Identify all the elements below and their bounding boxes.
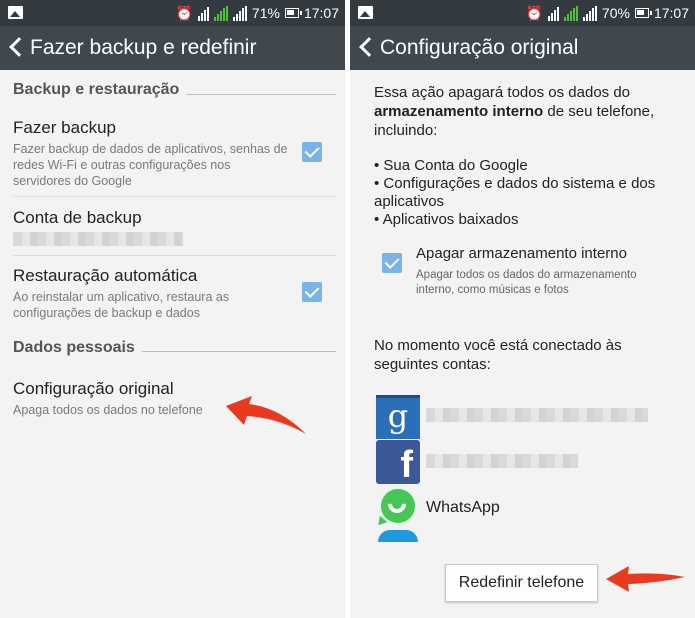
bullet-google-account: • Sua Conta do Google [374, 157, 528, 174]
blurred-account-email [13, 232, 183, 246]
erase-internal-storage-summary: Apagar todos os dados do armazenamento i… [416, 269, 637, 296]
battery-percent: 71% [251, 5, 280, 21]
reset-phone-button[interactable]: Redefinir telefone [445, 564, 598, 602]
red-arrow-annotation-left [226, 396, 306, 434]
divider [13, 255, 336, 256]
google-icon: g [376, 395, 420, 439]
page-title[interactable]: Fazer backup e redefinir [30, 36, 256, 60]
alarm-icon: ⏰ [525, 5, 543, 21]
signal-icon-sim1 [213, 5, 228, 21]
alarm-icon: ⏰ [175, 5, 193, 21]
factory-reset-screen: ⏰ 70% 17:07 Configuração original Essa a… [350, 0, 695, 618]
auto-restore-checkbox[interactable] [302, 282, 322, 302]
status-icons: ⏰ 70% 17:07 [525, 0, 689, 26]
whatsapp-label: WhatsApp [426, 499, 500, 516]
back-arrow-icon[interactable] [9, 37, 29, 57]
back-arrow-icon[interactable] [359, 37, 379, 57]
wifi-icon [547, 6, 559, 21]
signal-icon-sim1 [563, 5, 578, 21]
clock: 17:07 [653, 5, 689, 21]
section-divider [142, 351, 336, 352]
section-divider [186, 94, 336, 95]
page-title[interactable]: Configuração original [380, 36, 578, 60]
signal-icon-sim2 [232, 5, 247, 21]
status-bar: ⏰ 70% 17:07 [350, 0, 695, 26]
facebook-icon: f [376, 440, 420, 484]
battery-percent: 70% [601, 5, 630, 21]
warning-bold: armazenamento interno [374, 103, 544, 120]
action-bar: Configuração original [350, 26, 695, 70]
battery-icon [284, 8, 302, 18]
backup-checkbox[interactable] [302, 142, 322, 162]
setting-backup-account-title: Conta de backup [13, 208, 142, 227]
warning-text: Essa ação apagará todos os dados do arma… [374, 84, 655, 139]
setting-backup-title: Fazer backup [13, 118, 116, 137]
bullet-downloaded-apps: • Aplicativos baixados [374, 211, 519, 228]
whatsapp-icon [374, 486, 420, 542]
clock: 17:07 [303, 5, 339, 21]
section-header-personal: Dados pessoais [13, 339, 135, 356]
erase-internal-storage-title: Apagar armazenamento interno [416, 245, 627, 262]
red-arrow-annotation-right [606, 566, 685, 592]
setting-backup-summary: Fazer backup de dados de aplicativos, se… [13, 142, 288, 188]
signal-icon-sim2 [582, 5, 597, 21]
gallery-notification-icon [8, 6, 23, 19]
setting-auto-restore-title: Restauração automática [13, 266, 198, 285]
backup-reset-screen: ⏰ 71% 17:07 Fazer backup e redefinir Bac… [0, 0, 345, 618]
bullet-system-data: • Configurações e dados do sistema e dos… [374, 175, 656, 210]
blurred-google-account [426, 408, 648, 422]
battery-icon [634, 8, 652, 18]
gallery-notification-icon [358, 6, 373, 19]
accounts-intro: No momento você está conectado às seguin… [374, 337, 622, 373]
divider [13, 196, 336, 197]
wifi-icon [197, 6, 209, 21]
action-bar: Fazer backup e redefinir [0, 26, 345, 70]
blurred-facebook-account [426, 454, 578, 468]
setting-factory-reset-title: Configuração original [13, 379, 174, 398]
setting-auto-restore-summary: Ao reinstalar um aplicativo, restaura as… [13, 290, 230, 320]
erase-internal-storage-checkbox[interactable] [382, 253, 402, 273]
status-bar: ⏰ 71% 17:07 [0, 0, 345, 26]
status-icons: ⏰ 71% 17:07 [175, 0, 339, 26]
section-header-backup: Backup e restauração [13, 81, 180, 98]
